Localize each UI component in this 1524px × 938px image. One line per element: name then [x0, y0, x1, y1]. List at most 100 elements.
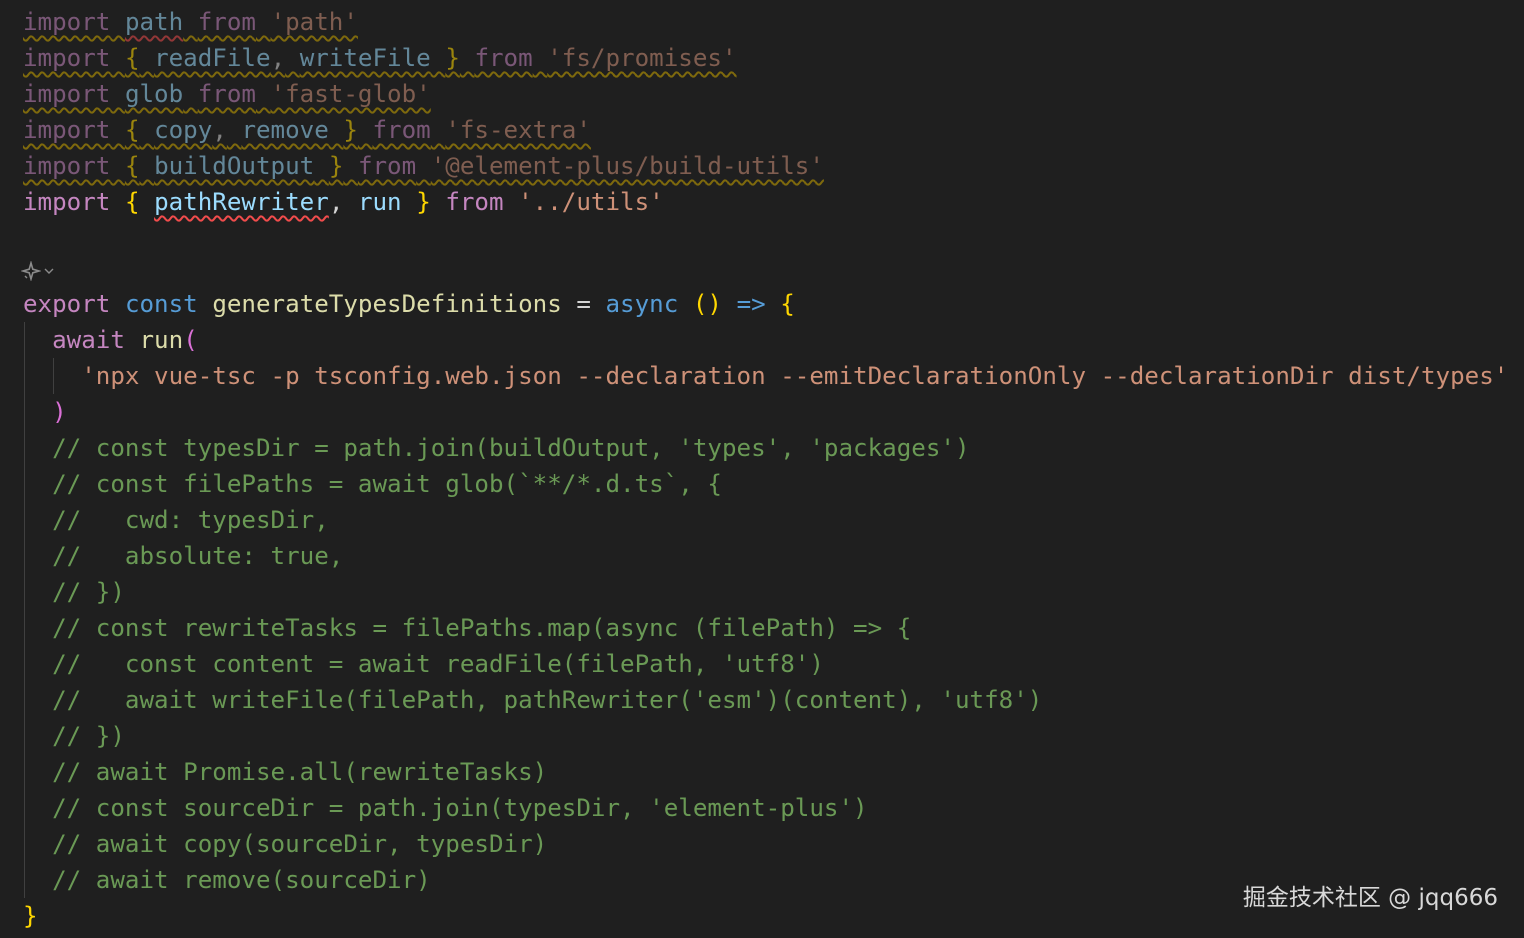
code-token: // absolute: true,	[23, 542, 344, 570]
code-line[interactable]: // cwd: typesDir,	[23, 502, 329, 538]
code-line[interactable]: // const content = await readFile(filePa…	[23, 646, 824, 682]
code-line[interactable]: import { readFile, writeFile } from 'fs/…	[23, 40, 737, 76]
code-token: // const sourceDir = path.join(typesDir,…	[23, 794, 868, 822]
code-token: from	[197, 8, 256, 36]
code-token: const	[124, 290, 198, 318]
code-token: copy	[154, 116, 213, 144]
code-token: pathRewriter	[154, 188, 329, 216]
code-line[interactable]: // })	[23, 718, 125, 754]
code-token: )	[52, 398, 67, 426]
code-token: from	[197, 80, 256, 108]
code-line[interactable]: 'npx vue-tsc -p tsconfig.web.json --decl…	[23, 358, 1508, 394]
code-token: ,	[212, 116, 227, 144]
sparkle-icon[interactable]	[21, 261, 41, 281]
code-line[interactable]: // })	[23, 574, 125, 610]
code-token: }	[416, 188, 431, 216]
code-line[interactable]: import { copy, remove } from 'fs-extra'	[23, 112, 591, 148]
code-line[interactable]: // await Promise.all(rewriteTasks)	[23, 754, 547, 790]
code-token: (	[183, 326, 198, 354]
code-token: 'fs-extra'	[445, 116, 591, 144]
watermark: 掘金技术社区 @ jqq666	[1242, 885, 1498, 911]
code-token: run	[139, 326, 184, 354]
code-token: ,	[270, 44, 286, 72]
code-line[interactable]: // absolute: true,	[23, 538, 343, 574]
code-token: // const rewriteTasks = filePaths.map(as…	[23, 614, 912, 642]
code-line[interactable]: // await writeFile(filePath, pathRewrite…	[23, 682, 1042, 718]
code-token: import	[23, 80, 111, 108]
code-token: await	[52, 326, 125, 354]
code-token: '@element-plus/build-utils'	[430, 152, 824, 180]
code-token: remove	[241, 116, 329, 144]
code-token: // cwd: typesDir,	[23, 506, 329, 534]
code-token: // await copy(sourceDir, typesDir)	[23, 830, 548, 858]
code-line[interactable]: // await remove(sourceDir)	[23, 862, 431, 898]
code-token: buildOutput	[154, 152, 315, 180]
code-token: async	[605, 290, 679, 318]
code-line[interactable]: // await copy(sourceDir, typesDir)	[23, 826, 547, 862]
code-token: import	[23, 44, 111, 72]
code-token: from	[357, 152, 417, 180]
code-token: {	[780, 290, 795, 318]
code-token: from	[445, 188, 504, 216]
chevron-down-icon[interactable]	[43, 265, 55, 277]
code-token: readFile	[154, 44, 271, 72]
code-token: 'fs/promises'	[547, 44, 737, 72]
code-line[interactable]: import path from 'path'	[23, 4, 358, 40]
code-line[interactable]: import glob from 'fast-glob'	[23, 76, 431, 112]
copilot-codelens[interactable]	[21, 258, 55, 284]
code-token: 'fast-glob'	[270, 80, 431, 108]
code-token: generateTypesDefinitions	[212, 290, 562, 318]
code-token: }	[445, 44, 460, 72]
code-token: // const typesDir = path.join(buildOutpu…	[23, 434, 970, 462]
code-line[interactable]: // const sourceDir = path.join(typesDir,…	[23, 790, 868, 826]
code-token: // await writeFile(filePath, pathRewrite…	[23, 686, 1043, 714]
code-line[interactable]: // const rewriteTasks = filePaths.map(as…	[23, 610, 911, 646]
code-token: }	[23, 902, 38, 930]
code-line[interactable]: import { pathRewriter, run } from '../ut…	[23, 184, 664, 220]
code-line[interactable]: await run(	[23, 322, 198, 358]
code-token: '../utils'	[518, 188, 664, 216]
code-token: from	[372, 116, 431, 144]
code-editor[interactable]: import path from 'path' import { readFile…	[0, 0, 1524, 938]
code-line[interactable]: // const filePaths = await glob(`**/*.d.…	[23, 466, 722, 502]
code-token: import	[23, 8, 111, 36]
code-line[interactable]: // const typesDir = path.join(buildOutpu…	[23, 430, 970, 466]
code-token: {	[124, 116, 140, 144]
code-line[interactable]: }	[23, 898, 38, 934]
code-token: run	[357, 188, 402, 216]
code-token: ,	[328, 188, 344, 216]
code-token: ()	[692, 290, 722, 318]
code-token: // const filePaths = await glob(`**/*.d.…	[23, 470, 722, 498]
code-line[interactable]: import { buildOutput } from '@element-pl…	[23, 148, 824, 184]
code-line[interactable]: )	[23, 394, 67, 430]
code-token: =>	[736, 290, 766, 318]
code-line[interactable]: export const generateTypesDefinitions = …	[23, 286, 795, 322]
code-token: // })	[23, 578, 125, 606]
code-token: 'path'	[270, 8, 358, 36]
code-token: export	[23, 290, 111, 318]
